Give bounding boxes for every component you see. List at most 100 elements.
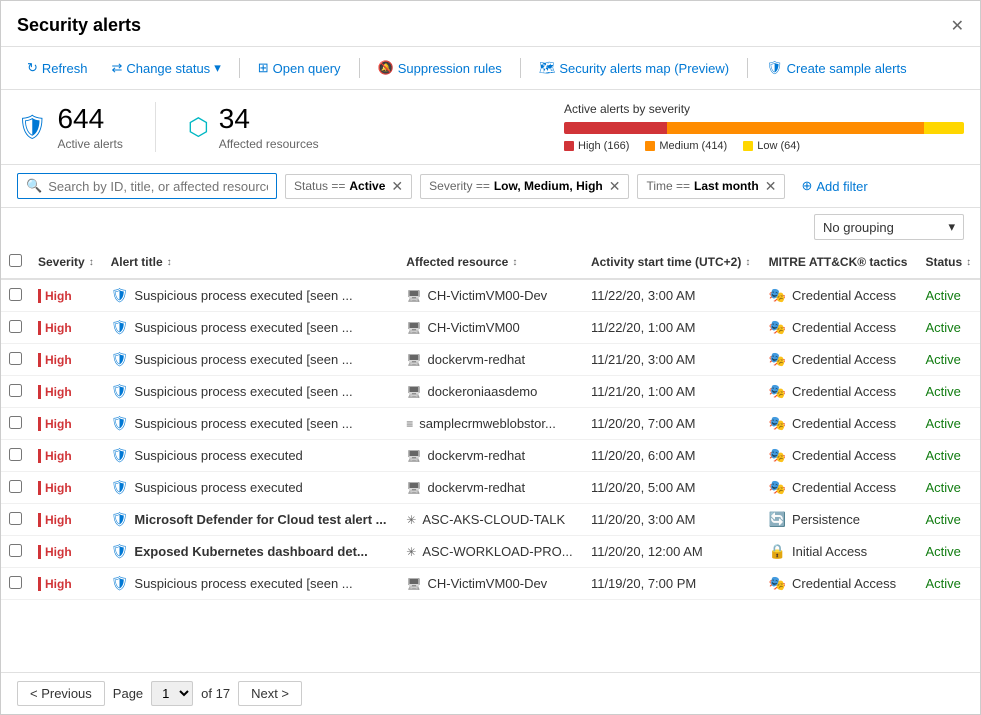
affected-resource-sort-icon[interactable]: ↕ (512, 257, 517, 268)
alert-title-sort-icon[interactable]: ↕ (167, 257, 172, 268)
activity-time: 11/20/20, 12:00 AM (591, 544, 703, 559)
alert-title-text: Suspicious process executed [seen ... (134, 384, 352, 399)
status-col-header: Status ↕ (917, 246, 980, 279)
grouping-select[interactable]: No grouping ▾ (814, 214, 964, 240)
severity-value: High (45, 417, 72, 431)
resource-name: ASC-AKS-CLOUD-TALK (422, 512, 565, 527)
table-row[interactable]: High 🛡 Suspicious process executed [seen… (1, 376, 980, 408)
alert-title-icon: 🛡 (111, 383, 129, 400)
alert-title-text: Suspicious process executed [seen ... (134, 352, 352, 367)
severity-filter-close[interactable]: ✕ (609, 178, 621, 195)
table-row[interactable]: High 🛡 Suspicious process executed 🖥 doc… (1, 440, 980, 472)
mitre-tactic-icon: 🎭 (769, 383, 786, 400)
activity-time: 11/19/20, 7:00 PM (591, 576, 696, 591)
row-checkbox[interactable] (9, 288, 22, 301)
alert-title-text: Microsoft Defender for Cloud test alert … (134, 512, 386, 527)
alert-title-cell: 🛡 Microsoft Defender for Cloud test aler… (103, 504, 399, 536)
status-filter-chip[interactable]: Status == Active ✕ (285, 174, 412, 199)
table-row[interactable]: High 🛡 Microsoft Defender for Cloud test… (1, 504, 980, 536)
severity-value: High (45, 321, 72, 335)
add-filter-button[interactable]: ⊕ Add filter (793, 175, 875, 197)
search-box[interactable]: 🔍 (17, 173, 277, 199)
resource-cell: 🖥 dockeroniaasdemo (398, 376, 583, 408)
refresh-button[interactable]: ↻ Refresh (17, 55, 97, 81)
severity-indicator: High (38, 353, 95, 367)
next-button[interactable]: Next > (238, 681, 302, 706)
severity-cell: High (30, 536, 103, 568)
row-checkbox[interactable] (9, 320, 22, 333)
time-filter-close[interactable]: ✕ (765, 178, 777, 195)
alerts-table: Severity ↕ Alert title ↕ Affected resour… (1, 246, 980, 600)
row-checkbox[interactable] (9, 384, 22, 397)
table-row[interactable]: High 🛡 Suspicious process executed [seen… (1, 408, 980, 440)
table-row[interactable]: High 🛡 Suspicious process executed [seen… (1, 312, 980, 344)
resource-name: ASC-WORKLOAD-PRO... (422, 544, 572, 559)
stat-divider-1 (155, 102, 156, 152)
resource-cell: 🖥 dockervm-redhat (398, 472, 583, 504)
time-filter-chip[interactable]: Time == Last month ✕ (637, 174, 785, 199)
toolbar-divider-4 (747, 58, 748, 78)
time-cell: 11/21/20, 1:00 AM (583, 376, 761, 408)
search-input[interactable] (48, 179, 268, 194)
row-checkbox[interactable] (9, 512, 22, 525)
resource-name: CH-VictimVM00-Dev (428, 576, 548, 591)
resource-name: samplecrmweblobstor... (419, 416, 556, 431)
activity-start-header-label: Activity start time (UTC+2) (591, 255, 741, 269)
suppression-rules-button[interactable]: 🔕 Suppression rules (368, 55, 512, 81)
row-checkbox-cell (1, 312, 30, 344)
status-sort-icon[interactable]: ↕ (966, 257, 971, 268)
page-title: Security alerts (17, 15, 141, 36)
security-alerts-map-button[interactable]: 🗺 Security alerts map (Preview) (529, 55, 739, 81)
table-row[interactable]: High 🛡 Suspicious process executed [seen… (1, 279, 980, 312)
row-checkbox[interactable] (9, 416, 22, 429)
time-cell: 11/22/20, 3:00 AM (583, 279, 761, 312)
severity-legend: High (166) Medium (414) Low (64) (564, 140, 964, 152)
severity-filter-key: Severity == (429, 179, 490, 193)
activity-start-sort-icon[interactable]: ↕ (745, 257, 750, 268)
row-checkbox[interactable] (9, 544, 22, 557)
severity-sort-icon[interactable]: ↕ (89, 257, 94, 268)
legend-low: Low (64) (743, 140, 800, 152)
page-label: Page (113, 686, 143, 701)
table-row[interactable]: High 🛡 Exposed Kubernetes dashboard det.… (1, 536, 980, 568)
status-filter-close[interactable]: ✕ (391, 178, 403, 195)
select-all-checkbox[interactable] (9, 254, 22, 267)
page-select[interactable]: 1 (151, 681, 193, 706)
row-checkbox-cell (1, 376, 30, 408)
severity-bar-medium (667, 122, 924, 134)
row-checkbox[interactable] (9, 448, 22, 461)
table-row[interactable]: High 🛡 Suspicious process executed 🖥 doc… (1, 472, 980, 504)
table-row[interactable]: High 🛡 Suspicious process executed [seen… (1, 568, 980, 600)
table-row[interactable]: High 🛡 Suspicious process executed [seen… (1, 344, 980, 376)
alert-title-text: Suspicious process executed [seen ... (134, 320, 352, 335)
status-cell: Active (917, 536, 980, 568)
mitre-tactic-icon: 🎭 (769, 415, 786, 432)
grouping-label: No grouping (823, 220, 894, 235)
row-checkbox[interactable] (9, 352, 22, 365)
row-checkbox-cell (1, 568, 30, 600)
severity-cell: High (30, 408, 103, 440)
status-cell: Active (917, 376, 980, 408)
row-checkbox[interactable] (9, 576, 22, 589)
open-query-button[interactable]: ⊞ Open query (248, 55, 351, 81)
mitre-tactic-name: Persistence (792, 512, 860, 527)
close-button[interactable]: ✕ (951, 16, 964, 36)
severity-filter-chip[interactable]: Severity == Low, Medium, High ✕ (420, 174, 629, 199)
previous-button[interactable]: < Previous (17, 681, 105, 706)
mitre-cell: 🎭 Credential Access (761, 568, 918, 600)
row-checkbox[interactable] (9, 480, 22, 493)
severity-cell: High (30, 344, 103, 376)
high-dot (564, 141, 574, 151)
resource-type-icon: 🖥 (406, 481, 421, 495)
create-sample-alerts-button[interactable]: 🛡 Create sample alerts (756, 55, 916, 81)
active-alerts-count: 644 (57, 103, 122, 135)
security-alerts-window: Security alerts ✕ ↻ Refresh ⇄ Change sta… (0, 0, 981, 715)
resource-cell: 🖥 CH-VictimVM00-Dev (398, 279, 583, 312)
activity-time: 11/21/20, 1:00 AM (591, 384, 696, 399)
alert-title-icon: 🛡 (111, 511, 129, 528)
change-status-button[interactable]: ⇄ Change status ▾ (101, 55, 230, 81)
resource-type-icon: 🖥 (406, 449, 421, 463)
alert-title-header-label: Alert title (111, 255, 163, 269)
mitre-tactic-name: Credential Access (792, 384, 896, 399)
status-value: Active (925, 480, 960, 495)
